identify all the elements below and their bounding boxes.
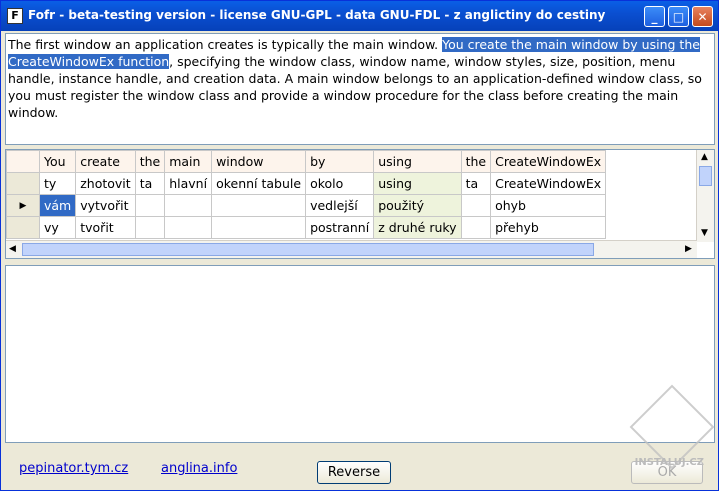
grid-cell[interactable]: vedlejší (305, 194, 375, 217)
grid-cell[interactable]: vytvořit (75, 194, 136, 217)
table-row: ▶ vám vytvořit vedlejší použitý ohyb (6, 194, 607, 217)
grid-cell[interactable] (211, 194, 307, 217)
header-cell[interactable]: CreateWindowEx (490, 150, 607, 173)
header-cell[interactable]: the (460, 150, 492, 173)
pepinator-link[interactable]: pepinator.tym.cz (19, 461, 128, 476)
window-title: Fofr - beta-testing version - license GN… (28, 8, 606, 22)
title-bar: F Fofr - beta-testing version - license … (1, 1, 718, 31)
corner-cell (6, 150, 40, 173)
header-row: You create the main window by using the … (6, 150, 607, 173)
row-indicator[interactable] (6, 216, 40, 239)
grid-cell[interactable]: přehyb (490, 216, 607, 239)
watermark-text: INSTALUJ.CZ (634, 457, 704, 468)
grid-cell[interactable]: okenní tabule (211, 172, 307, 195)
grid-cell[interactable] (134, 194, 166, 217)
grid-cell[interactable]: ta (134, 172, 166, 195)
grid-cell[interactable]: using (373, 172, 462, 195)
header-cell[interactable]: create (75, 150, 136, 173)
grid-cell[interactable]: tvořit (75, 216, 136, 239)
grid-cell[interactable]: hlavní (164, 172, 213, 195)
grid-cell[interactable]: použitý (373, 194, 462, 217)
scroll-down-icon[interactable]: ▼ (701, 228, 708, 238)
grid-cell[interactable] (211, 216, 307, 239)
scroll-right-icon[interactable]: ▶ (685, 244, 692, 254)
grid-cell[interactable]: ohyb (490, 194, 607, 217)
table-row: ty zhotovit ta hlavní okenní tabule okol… (6, 172, 607, 195)
grid-cell[interactable]: ta (460, 172, 492, 195)
reverse-button[interactable]: Reverse (317, 461, 391, 484)
main-window: F Fofr - beta-testing version - license … (0, 0, 719, 491)
grid-cell[interactable]: CreateWindowEx (490, 172, 607, 195)
translation-table: You create the main window by using the … (6, 150, 607, 239)
scroll-up-icon[interactable]: ▲ (701, 152, 708, 162)
app-icon[interactable]: F (7, 8, 23, 24)
anglina-link[interactable]: anglina.info (161, 461, 237, 476)
grid-cell[interactable] (460, 194, 492, 217)
maximize-button[interactable]: □ (668, 6, 689, 27)
header-cell[interactable]: using (373, 150, 462, 173)
scroll-left-icon[interactable]: ◀ (9, 244, 16, 254)
grid-cell[interactable]: z druhé ruky (373, 216, 462, 239)
header-cell[interactable]: by (305, 150, 375, 173)
grid-cell[interactable] (164, 216, 213, 239)
close-button[interactable]: ✕ (692, 6, 713, 27)
grid-cell[interactable]: postranní (305, 216, 375, 239)
grid-cell[interactable] (164, 194, 213, 217)
translation-grid[interactable]: You create the main window by using the … (5, 149, 715, 259)
current-row-indicator[interactable]: ▶ (6, 194, 40, 217)
text-before-selection: The first window an application creates … (8, 37, 443, 52)
grid-cell[interactable]: zhotovit (75, 172, 136, 195)
grid-cell[interactable]: ty (38, 172, 77, 195)
header-cell[interactable]: You (38, 150, 77, 173)
header-cell[interactable]: main (164, 150, 213, 173)
row-indicator[interactable] (6, 172, 40, 195)
grid-cell[interactable]: vy (38, 216, 77, 239)
minimize-button[interactable]: _ (644, 6, 665, 27)
vertical-scroll-thumb[interactable] (699, 166, 712, 186)
source-text-area[interactable]: The first window an application creates … (5, 33, 715, 145)
grid-cell[interactable] (460, 216, 492, 239)
grid-cell[interactable]: okolo (305, 172, 375, 195)
grid-cell[interactable] (134, 216, 166, 239)
horizontal-scrollbar[interactable]: ◀ ▶ (6, 240, 697, 258)
translation-output-area[interactable] (5, 265, 715, 443)
vertical-scrollbar[interactable]: ▲ ▼ (696, 150, 714, 242)
horizontal-scroll-thumb[interactable] (22, 243, 594, 256)
header-cell[interactable]: the (134, 150, 166, 173)
grid-cell[interactable]: vám (38, 194, 77, 217)
table-row: vy tvořit postranní z druhé ruky přehyb (6, 216, 607, 239)
header-cell[interactable]: window (211, 150, 307, 173)
